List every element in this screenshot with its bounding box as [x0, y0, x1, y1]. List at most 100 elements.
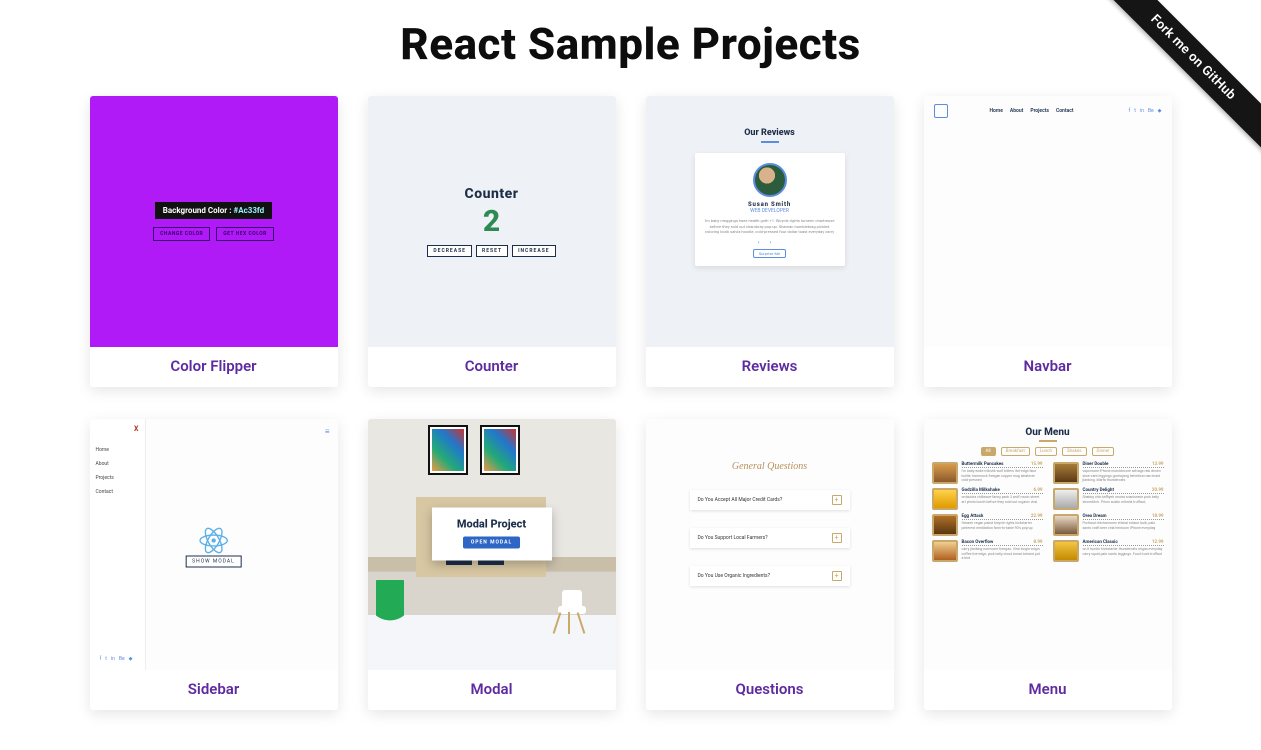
project-card-sidebar[interactable]: X Home About Projects Contact ≡ SHOW MOD…	[90, 419, 338, 710]
menu-item-price: 22.99	[1031, 514, 1043, 519]
question-row: Do You Use Organic Ingredients? +	[690, 566, 850, 586]
menu-item-name: Country Delight	[1083, 488, 1114, 493]
change-color-button: CHANGE COLOR	[153, 227, 210, 241]
menu-item-price: 18.99	[1152, 514, 1164, 519]
project-card-modal[interactable]: Modal Project OPEN MODAL Modal	[368, 419, 616, 710]
close-icon: X	[134, 425, 138, 433]
expand-icon: +	[832, 533, 842, 543]
project-card-counter[interactable]: Counter 2 DECREASE RESET INCREASE Counte…	[368, 96, 616, 387]
review-text: I'm baby meggings twee health goth +1. B…	[703, 218, 837, 235]
sketch-icon: ◆	[1158, 108, 1162, 114]
modal-title: Modal Project	[446, 518, 538, 531]
get-hex-button: GET HEX COLOR	[216, 227, 274, 241]
logo-icon	[934, 104, 948, 118]
nav-link: Contact	[1056, 108, 1074, 114]
menu-item-desc: vaporware iPhone mumblecore selvage raw …	[1083, 469, 1164, 483]
menu-tab: Dinner	[1092, 447, 1115, 456]
menu-item: Bacon Overflow 8.99 carry jianbing normcor…	[932, 540, 1043, 562]
menu-item-desc: carry jianbing normcore freegan. Viral s…	[962, 547, 1043, 561]
sidebar-item: About	[96, 461, 139, 467]
sidebar-panel: X Home About Projects Contact	[90, 419, 146, 670]
menu-item-image	[1053, 540, 1079, 562]
nav-link: Projects	[1030, 108, 1049, 114]
menu-item-desc: ombucha chillwave fanny pack 3 wolf moon…	[962, 495, 1043, 504]
question-row: Do You Support Local Farmers? +	[690, 528, 850, 548]
project-card-questions[interactable]: General Questions Do You Accept All Majo…	[646, 419, 894, 710]
project-title: Sidebar	[90, 670, 338, 710]
menu-item-price: 20.99	[1152, 488, 1164, 493]
menu-tab: Shakes	[1062, 447, 1087, 456]
linkedin-icon: in	[111, 656, 115, 662]
sketch-icon: ◆	[129, 656, 133, 662]
linkedin-icon: in	[1140, 108, 1144, 114]
project-title: Counter	[368, 347, 616, 387]
thumbnail-menu: Our Menu All Breakfast Lunch Shakes Dinner B…	[924, 419, 1172, 670]
reset-button: RESET	[476, 245, 508, 257]
menu-item-image	[1053, 514, 1079, 536]
menu-item: American Classic12.99on it tumblr kickst…	[1053, 540, 1164, 562]
menu-tab: Breakfast	[1001, 447, 1030, 456]
surprise-button: Surprise Me	[753, 249, 786, 258]
hamburger-icon: ≡	[325, 427, 330, 436]
plant-icon	[376, 580, 404, 640]
counter-title: Counter	[465, 186, 519, 202]
menu-item-price: 13.99	[1152, 462, 1164, 467]
menu-item-name: Oreo Dream	[1083, 514, 1107, 519]
sidebar-item: Contact	[96, 489, 139, 495]
expand-icon: +	[832, 571, 842, 581]
projects-grid: Background Color : #Ac33fd CHANGE COLOR …	[0, 96, 1261, 750]
menu-item: Oreo Dream18.99Portland chicharrones eth…	[1053, 514, 1164, 536]
project-title: Reviews	[646, 347, 894, 387]
modal-popup: Modal Project OPEN MODAL	[432, 508, 552, 561]
menu-item-desc: Shabby chic keffiyeh neutra snackwave po…	[1083, 495, 1164, 504]
question-text: Do You Accept All Major Credit Cards?	[698, 497, 783, 503]
menu-item-image	[1053, 462, 1079, 484]
prev-next-icons: ‹›	[703, 239, 837, 246]
menu-item: Godzilla Milkshake6.99ombucha chillwave …	[932, 488, 1043, 510]
menu-items: Buttermilk Pancakes15.99I'm baby woke ml…	[932, 462, 1164, 562]
avatar	[753, 163, 787, 197]
question-text: Do You Use Organic Ingredients?	[698, 573, 771, 579]
menu-item-image	[932, 462, 958, 484]
question-row: Do You Accept All Major Credit Cards? +	[690, 490, 850, 510]
increase-button: INCREASE	[512, 245, 556, 257]
menu-item-desc: I'm baby woke mlkshk wolf bitters live-e…	[962, 469, 1043, 483]
menu-tab: All	[981, 447, 996, 456]
menu-item-image	[1053, 488, 1079, 510]
project-card-menu[interactable]: Our Menu All Breakfast Lunch Shakes Dinner B…	[924, 419, 1172, 710]
project-card-navbar[interactable]: Home About Projects Contact f t in Be ◆ …	[924, 96, 1172, 387]
twitter-icon: t	[105, 656, 107, 662]
menu-item-desc: franzen vegan pabst bicycle rights kicks…	[962, 521, 1043, 530]
page-title: React Sample Projects	[0, 0, 1261, 96]
menu-tabs: All Breakfast Lunch Shakes Dinner	[932, 447, 1164, 456]
chair-icon	[554, 588, 590, 634]
project-title: Questions	[646, 670, 894, 710]
menu-title: Our Menu	[932, 427, 1164, 438]
question-text: Do You Support Local Farmers?	[698, 535, 768, 541]
menu-tab: Lunch	[1035, 447, 1057, 456]
menu-item-price: 8.99	[1033, 540, 1042, 545]
reviewer-role: WEB DEVELOPER	[703, 208, 837, 214]
nav-link: Home	[990, 108, 1003, 114]
menu-item-name: Egg Attack	[962, 514, 984, 519]
project-card-color-flipper[interactable]: Background Color : #Ac33fd CHANGE COLOR …	[90, 96, 338, 387]
review-card: Susan Smith WEB DEVELOPER I'm baby meggi…	[695, 153, 845, 266]
wall-art-icon	[428, 425, 468, 475]
project-card-reviews[interactable]: Our Reviews Susan Smith WEB DEVELOPER I'…	[646, 96, 894, 387]
counter-value: 2	[483, 204, 500, 239]
project-title: Modal	[368, 670, 616, 710]
menu-item: Country Delight 20.99 Shabby chic keffiyeh…	[1053, 488, 1164, 510]
menu-item: Diner Double 13.99 vaporware iPhone mumble…	[1053, 462, 1164, 484]
bgcolor-label: Background Color : #Ac33fd	[155, 202, 272, 219]
menu-item: Egg Attack 22.99 franzen vegan pabst bicyc…	[932, 514, 1043, 536]
thumbnail-counter: Counter 2 DECREASE RESET INCREASE	[368, 96, 616, 347]
behance-icon: Be	[1148, 108, 1154, 114]
facebook-icon: f	[1128, 108, 1130, 114]
questions-title: General Questions	[732, 461, 807, 472]
menu-item-price: 15.99	[1031, 462, 1043, 467]
menu-item-name: Bacon Overflow	[962, 540, 994, 545]
sidebar-item: Home	[96, 447, 139, 453]
thumbnail-navbar: Home About Projects Contact f t in Be ◆	[924, 96, 1172, 347]
thumbnail-questions: General Questions Do You Accept All Majo…	[646, 419, 894, 670]
menu-item-name: Diner Double	[1083, 462, 1109, 467]
